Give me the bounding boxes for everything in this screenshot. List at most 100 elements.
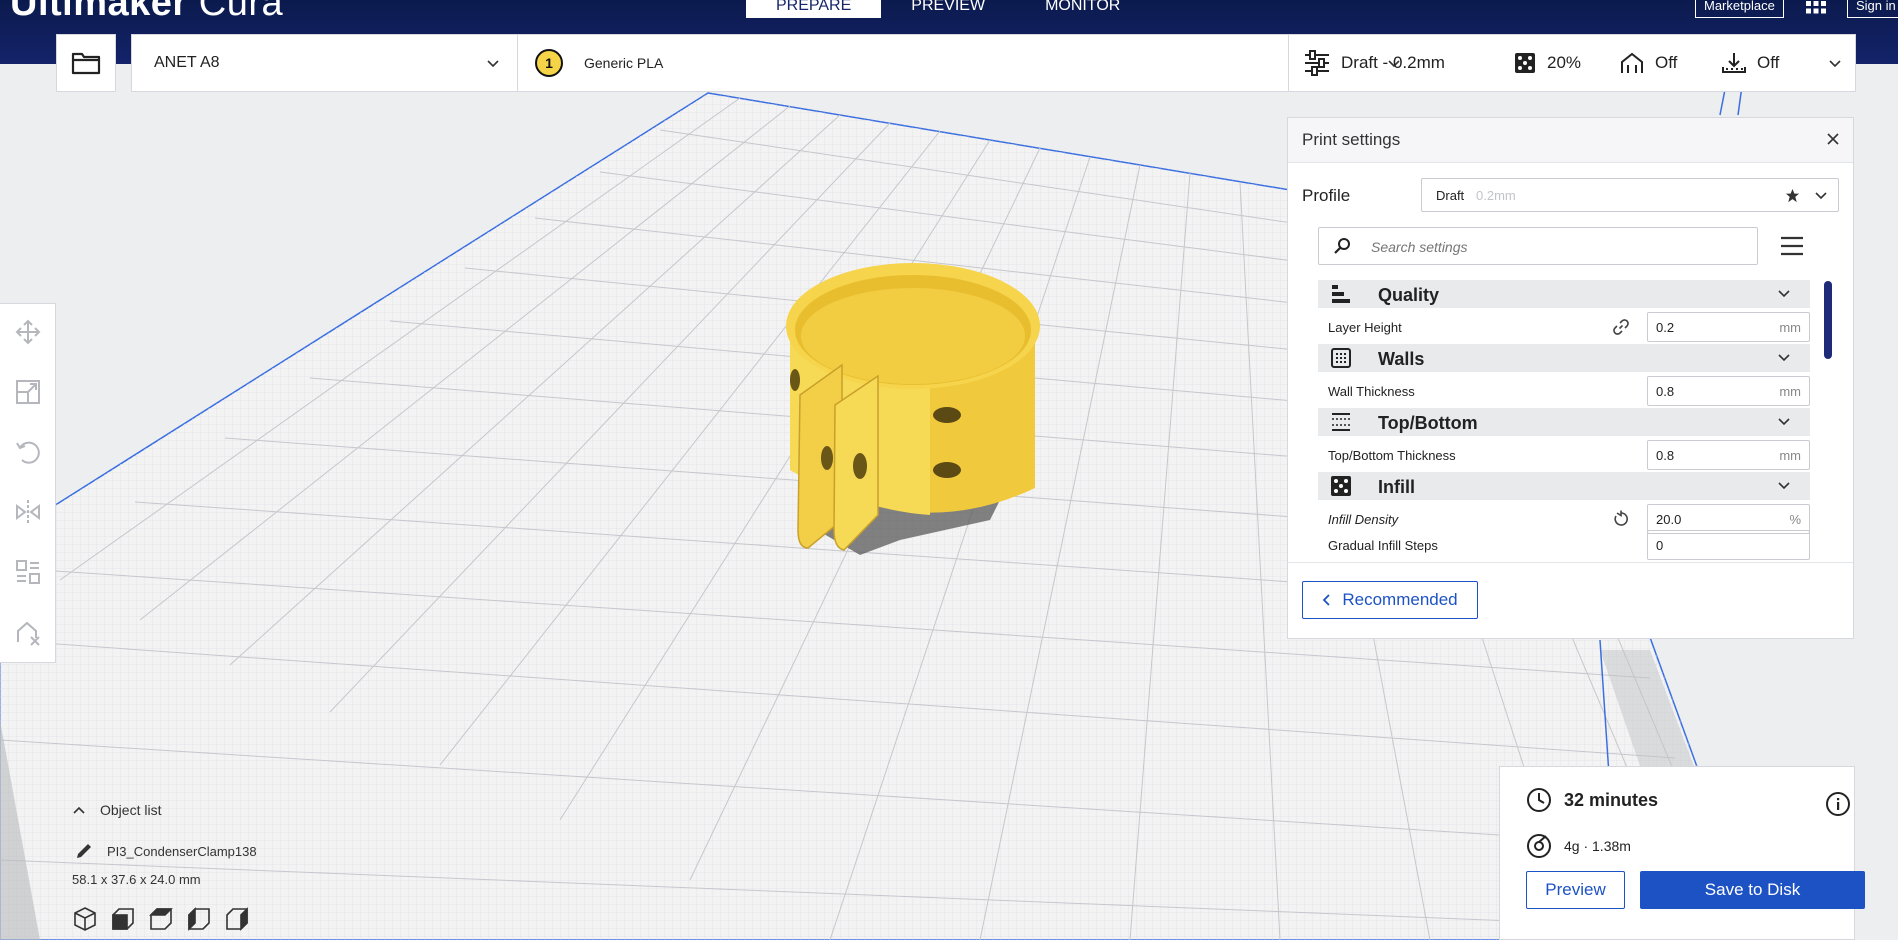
marketplace-button[interactable]: Marketplace [1695, 0, 1784, 18]
profile-name: Draft [1436, 188, 1465, 203]
close-icon[interactable] [1825, 131, 1841, 147]
setting-value: 0.2 [1656, 320, 1675, 335]
setting-input[interactable]: 0.8 mm [1647, 440, 1810, 470]
tab-preview[interactable]: PREVIEW [881, 0, 1015, 18]
setting-value: 20.0 [1656, 512, 1682, 527]
category-label: Infill [1378, 477, 1415, 497]
rotate-tool-icon[interactable] [14, 438, 42, 466]
apps-grid-icon[interactable] [1804, 0, 1828, 14]
settings-menu-icon[interactable] [1780, 235, 1804, 257]
printer-selector[interactable]: ANET A8 [132, 35, 518, 91]
profile-layer-height: 0.2mm [1476, 188, 1516, 203]
object-list-toggle[interactable]: Object list [72, 802, 161, 818]
support-icon [1621, 52, 1643, 73]
profile-selector[interactable]: Draft 0.2mm [1421, 178, 1839, 212]
link-icon[interactable] [1612, 318, 1630, 336]
main-toolbar: ANET A8 1 Generic PLA Draft - 0.2mm 20% … [131, 34, 1856, 92]
brand-name: Ultimaker [10, 0, 188, 24]
category-top-bottom[interactable]: Top/Bottom [1318, 408, 1810, 436]
print-time-value: 32 minutes [1564, 789, 1659, 810]
tab-prepare[interactable]: PREPARE [746, 0, 882, 18]
quality-icon [1332, 285, 1350, 303]
print-settings-summary[interactable]: Draft - 0.2mm 20% Off Off [1289, 35, 1855, 91]
setting-layer-height: Layer Height 0.2 mm [1318, 308, 1810, 344]
sign-in-button[interactable]: Sign in [1847, 0, 1898, 18]
category-walls[interactable]: Walls [1318, 344, 1810, 372]
profile-summary-label: Draft - 0.2mm [1341, 53, 1445, 72]
camera-view-buttons [72, 906, 250, 932]
tool-panel [0, 303, 56, 663]
sliders-icon [1305, 50, 1329, 76]
category-quality[interactable]: Quality [1318, 280, 1810, 308]
settings-scrollbar[interactable] [1824, 281, 1832, 359]
pencil-icon [77, 844, 91, 858]
category-label: Walls [1378, 349, 1425, 369]
setting-label: Infill Density [1328, 512, 1399, 527]
save-to-disk-button[interactable]: Save to Disk [1640, 871, 1865, 909]
chevron-down-icon [487, 60, 499, 68]
folder-icon [71, 52, 101, 75]
recommended-label: Recommended [1342, 590, 1458, 609]
mirror-tool-icon[interactable] [14, 498, 42, 526]
right-view-icon[interactable] [224, 906, 250, 932]
support-blocker-icon[interactable] [14, 618, 42, 646]
top-view-icon[interactable] [148, 906, 174, 932]
adhesion-value: Off [1757, 53, 1780, 72]
support-value: Off [1655, 53, 1678, 72]
chevron-left-icon [1323, 594, 1330, 606]
settings-search[interactable] [1318, 227, 1758, 265]
setting-input[interactable]: 0.2 mm [1647, 312, 1810, 342]
open-file-button[interactable] [56, 34, 116, 92]
print-settings-header: Print settings [1288, 118, 1853, 163]
print-settings-footer: Recommended [1288, 562, 1853, 639]
brand-product: Cura [198, 0, 284, 24]
material-selector[interactable]: 1 Generic PLA [518, 35, 1400, 91]
category-infill[interactable]: Infill [1318, 472, 1810, 500]
setting-gradual-infill-steps: Gradual Infill Steps 0 [1318, 530, 1810, 560]
profile-summary: Draft - 0.2mm [1303, 35, 1445, 91]
setting-label: Wall Thickness [1328, 384, 1415, 399]
object-list-label: Object list [100, 802, 162, 818]
chevron-down-icon [1815, 192, 1827, 200]
chevron-up-icon [73, 806, 85, 814]
setting-input[interactable]: 0 [1647, 530, 1810, 560]
chevron-down-icon [1829, 60, 1841, 68]
info-icon[interactable] [1825, 791, 1851, 817]
tab-monitor[interactable]: MONITOR [1015, 0, 1150, 18]
adhesion-icon [1722, 53, 1746, 73]
category-label: Quality [1378, 285, 1440, 305]
setting-wall-thickness: Wall Thickness 0.8 mm [1318, 372, 1810, 408]
setting-unit: mm [1779, 320, 1801, 335]
recommended-button[interactable]: Recommended [1302, 581, 1478, 619]
search-input[interactable] [1369, 236, 1743, 258]
star-icon[interactable] [1785, 188, 1800, 203]
setting-value: 0 [1656, 538, 1664, 553]
infill-summary: 20% [1513, 35, 1581, 91]
setting-input[interactable]: 0.8 mm [1647, 376, 1810, 406]
object-name-row[interactable]: PI3_CondenserClamp138 [75, 842, 257, 860]
per-model-settings-icon[interactable] [14, 558, 42, 586]
setting-label: Gradual Infill Steps [1328, 538, 1438, 553]
move-tool-icon[interactable] [14, 318, 42, 346]
left-view-icon[interactable] [186, 906, 212, 932]
print-time: 32 minutes [1526, 787, 1658, 813]
preview-button[interactable]: Preview [1526, 871, 1625, 909]
setting-value: 0.8 [1656, 448, 1675, 463]
infill-icon [1331, 476, 1351, 496]
infill-value: 20% [1547, 53, 1582, 72]
print-settings-panel: Print settings Profile Draft 0.2mm Qua [1287, 117, 1854, 639]
app-logo: Ultimaker Cura [10, 0, 283, 25]
top-bottom-icon [1332, 413, 1350, 431]
scale-tool-icon[interactable] [14, 378, 42, 406]
adhesion-summary: Off [1721, 35, 1779, 91]
spool-icon [1527, 834, 1551, 858]
setting-unit: mm [1779, 384, 1801, 399]
reset-icon[interactable] [1612, 510, 1630, 528]
object-dimensions: 58.1 x 37.6 x 24.0 mm [72, 872, 201, 887]
infill-icon [1515, 53, 1535, 73]
setting-label: Top/Bottom Thickness [1328, 448, 1456, 463]
setting-unit: % [1789, 512, 1801, 527]
front-view-icon[interactable] [110, 906, 136, 932]
3d-view-icon[interactable] [72, 906, 98, 932]
setting-label: Layer Height [1328, 320, 1402, 335]
